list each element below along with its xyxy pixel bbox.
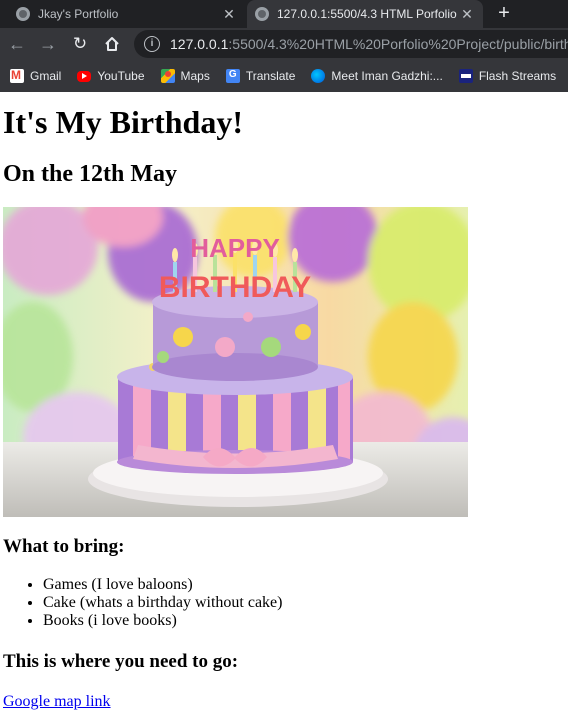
translate-icon [225,69,240,83]
meet-icon [311,69,326,83]
google-map-link[interactable]: Google map link [3,693,568,711]
reload-icon[interactable]: ↻ [68,32,92,56]
page-title: It's My Birthday! [3,104,243,140]
tab-close-icon[interactable]: ✕ [457,6,477,23]
tab-title: Jkay's Portfolio [38,7,119,21]
list-item: Cake (whats a birthday without cake) [43,594,568,612]
globe-icon [255,7,269,21]
bring-list: Games (I love baloons) Cake (whats a bir… [3,576,568,630]
flash-streams-icon [458,69,473,83]
address-bar[interactable]: i 127.0.0.1:5500/4.3%20HTML%20Porfolio%2… [134,30,568,58]
browser-toolbar: ← → ↻ i 127.0.0.1:5500/4.3%20HTML%20Porf… [0,28,568,60]
date-heading: On the 12th May [3,161,177,187]
bookmark-youtube[interactable]: YouTube [77,69,145,83]
gmail-icon [10,68,24,83]
cake-topper-happy: HAPPY [190,233,280,263]
page-content: It's My Birthday! On the 12th May HAPPY … [0,104,568,711]
globe-icon [16,7,30,21]
bookmark-flash-streams[interactable]: Flash Streams [458,69,557,83]
cake-topper-birthday: BIRTHDAY [159,271,311,304]
tab-strip: Jkay's Portfolio ✕ 127.0.0.1:5500/4.3 HT… [0,0,568,28]
bookmark-maps[interactable]: Maps [160,69,210,83]
bookmark-label: Gmail [30,69,62,83]
bookmark-label: Translate [245,69,296,83]
maps-icon [160,69,175,83]
bookmark-label: Meet Iman Gadzhi:... [331,69,443,83]
home-icon[interactable] [100,32,124,56]
bookmarks-bar: Gmail YouTube Maps Translate Meet Iman G… [0,60,568,92]
bookmark-translate[interactable]: Translate [225,69,296,83]
tab-title: 127.0.0.1:5500/4.3 HTML Porfolio [277,7,457,21]
new-tab-button[interactable]: + [490,0,518,28]
bookmark-label: Maps [180,69,210,83]
forward-arrow-icon[interactable]: → [36,32,60,56]
tab-birthday[interactable]: 127.0.0.1:5500/4.3 HTML Porfolio ✕ [247,0,483,28]
list-item: Games (I love baloons) [43,576,568,594]
bookmark-meet[interactable]: Meet Iman Gadzhi:... [311,69,443,83]
where-heading: This is where you need to go: [3,651,239,672]
bring-heading: What to bring: [3,536,125,557]
url-host: 127.0.0.1 [170,36,229,52]
browser-chrome: Jkay's Portfolio ✕ 127.0.0.1:5500/4.3 HT… [0,0,568,92]
bookmark-gmail[interactable]: Gmail [10,68,62,83]
url-path: :5500/4.3%20HTML%20Porfolio%20Project/pu… [228,36,568,52]
tab-close-icon[interactable]: ✕ [219,6,239,23]
list-item: Books (i love books) [43,612,568,630]
birthday-cake-image: HAPPY BIRTHDAY [3,207,468,517]
tab-portfolio[interactable]: Jkay's Portfolio ✕ [0,0,245,28]
youtube-icon [77,70,92,82]
back-arrow-icon[interactable]: ← [5,32,29,56]
info-icon[interactable]: i [144,36,160,52]
bookmark-label: Flash Streams [478,69,557,83]
bookmark-label: YouTube [97,69,145,83]
